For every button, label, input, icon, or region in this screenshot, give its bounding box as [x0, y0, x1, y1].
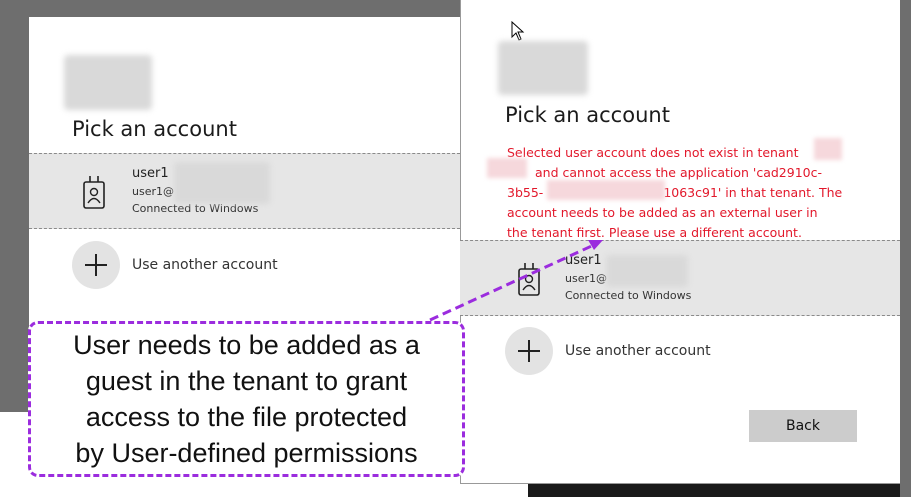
callout-line-1: User needs to be added as a — [73, 330, 420, 360]
callout-line-4: by User-defined permissions — [75, 438, 418, 468]
callout-text: User needs to be added as a guest in the… — [73, 327, 420, 471]
callout-line-3: access to the file protected — [85, 402, 408, 432]
callout-line-2: guest in the tenant to grant — [85, 366, 408, 396]
annotation-callout: User needs to be added as a guest in the… — [28, 321, 465, 477]
